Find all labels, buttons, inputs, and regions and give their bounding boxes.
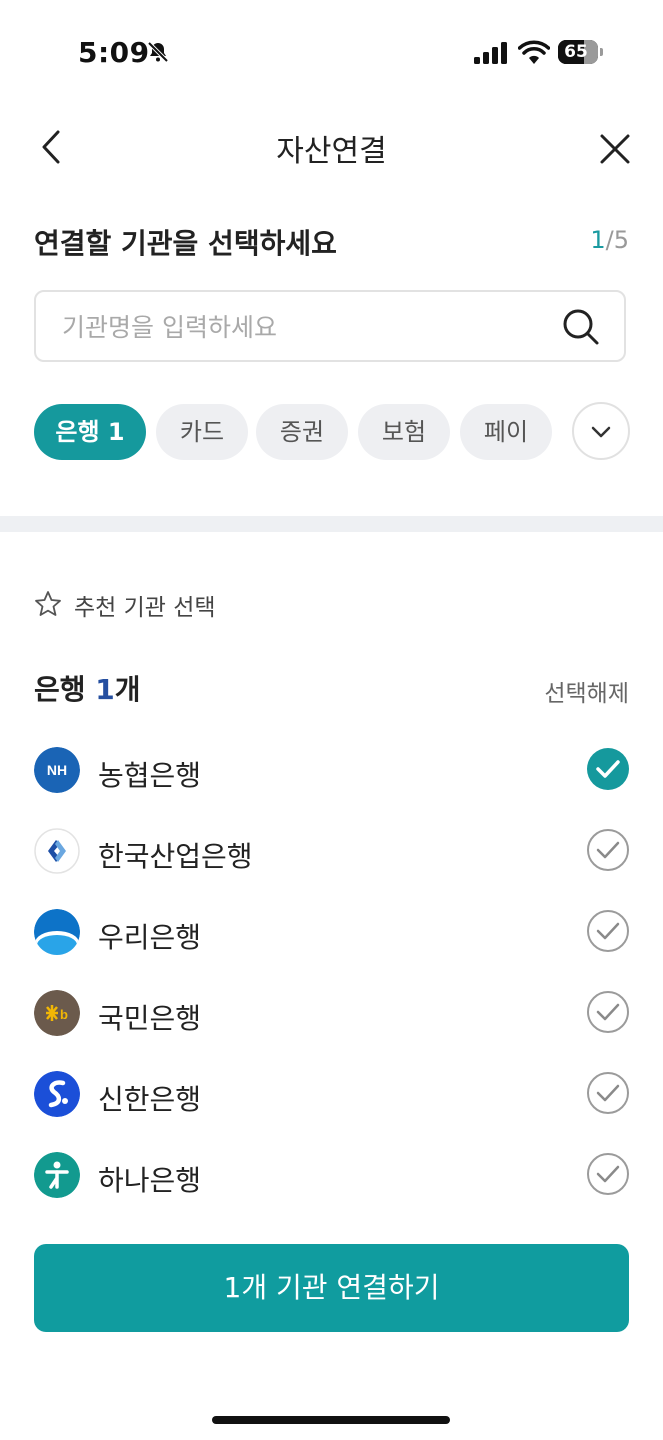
check-circle-icon[interactable] bbox=[586, 990, 630, 1034]
step-current: 1 bbox=[590, 226, 606, 254]
search-icon[interactable] bbox=[562, 308, 600, 346]
bank-name: 우리은행 bbox=[98, 921, 202, 954]
bank-name: 농협은행 bbox=[98, 759, 202, 792]
bank-row-shinhan[interactable]: 신한은행 bbox=[0, 1058, 663, 1138]
home-indicator[interactable] bbox=[212, 1416, 450, 1424]
bell-slash-icon bbox=[147, 41, 169, 63]
step-indicator: 1/5 bbox=[590, 226, 629, 254]
chevron-down-icon bbox=[591, 426, 611, 438]
recommend-label: 추천 기관 선택 bbox=[74, 595, 216, 621]
bank-row-kdb[interactable]: 한국산업은행 bbox=[0, 815, 663, 895]
bank-name: 신한은행 bbox=[98, 1083, 202, 1116]
section-divider bbox=[0, 516, 663, 532]
connect-button[interactable]: 1개 기관 연결하기 bbox=[34, 1244, 629, 1332]
check-circle-icon[interactable] bbox=[586, 909, 630, 953]
chip-insurance[interactable]: 보험 bbox=[358, 404, 450, 460]
battery-icon: 65 bbox=[558, 40, 604, 66]
hana-bank-logo bbox=[34, 1152, 80, 1198]
close-icon[interactable] bbox=[598, 132, 632, 166]
bank-name: 하나은행 bbox=[98, 1164, 202, 1197]
expand-categories-button[interactable] bbox=[572, 402, 630, 460]
bank-row-hana[interactable]: 하나은행 bbox=[0, 1139, 663, 1219]
woori-bank-logo bbox=[34, 909, 80, 955]
step-total: /5 bbox=[605, 226, 629, 254]
instruction-heading: 연결할 기관을 선택하세요 bbox=[34, 227, 337, 260]
shinhan-bank-logo bbox=[34, 1071, 80, 1117]
search-box bbox=[34, 290, 626, 362]
status-time: 5:09 bbox=[78, 36, 150, 69]
chip-bank[interactable]: 은행 1 bbox=[34, 404, 146, 460]
svg-text:b: b bbox=[60, 1007, 68, 1022]
kdb-bank-logo bbox=[34, 828, 80, 874]
bank-row-woori[interactable]: 우리은행 bbox=[0, 896, 663, 976]
bank-name: 한국산업은행 bbox=[98, 840, 253, 873]
battery-level: 65 bbox=[564, 42, 588, 62]
chip-card[interactable]: 카드 bbox=[156, 404, 248, 460]
check-circle-icon[interactable] bbox=[586, 828, 630, 872]
bank-row-nh[interactable]: NH 농협은행 bbox=[0, 734, 663, 814]
signal-icon bbox=[474, 42, 507, 64]
check-circle-icon[interactable] bbox=[586, 1071, 630, 1115]
wifi-icon bbox=[518, 40, 550, 64]
chip-securities[interactable]: 증권 bbox=[256, 404, 348, 460]
section-label: 은행 bbox=[34, 673, 96, 706]
chip-pay[interactable]: 페이 bbox=[460, 404, 552, 460]
check-circle-icon[interactable] bbox=[586, 747, 630, 791]
selected-count: 1 bbox=[95, 673, 115, 706]
bank-row-kb[interactable]: b 국민은행 bbox=[0, 977, 663, 1057]
bank-name: 국민은행 bbox=[98, 1002, 202, 1035]
check-circle-icon[interactable] bbox=[586, 1152, 630, 1196]
page-title: 자산연결 bbox=[276, 134, 387, 169]
svg-text:NH: NH bbox=[47, 762, 67, 778]
search-input[interactable] bbox=[60, 306, 544, 348]
kb-bank-logo: b bbox=[34, 990, 80, 1036]
deselect-button[interactable]: 선택해제 bbox=[544, 674, 629, 708]
section-suffix: 개 bbox=[114, 673, 141, 706]
nh-bank-logo: NH bbox=[34, 747, 80, 793]
bank-section-title: 은행 1개 bbox=[34, 668, 141, 708]
star-icon bbox=[35, 591, 61, 616]
